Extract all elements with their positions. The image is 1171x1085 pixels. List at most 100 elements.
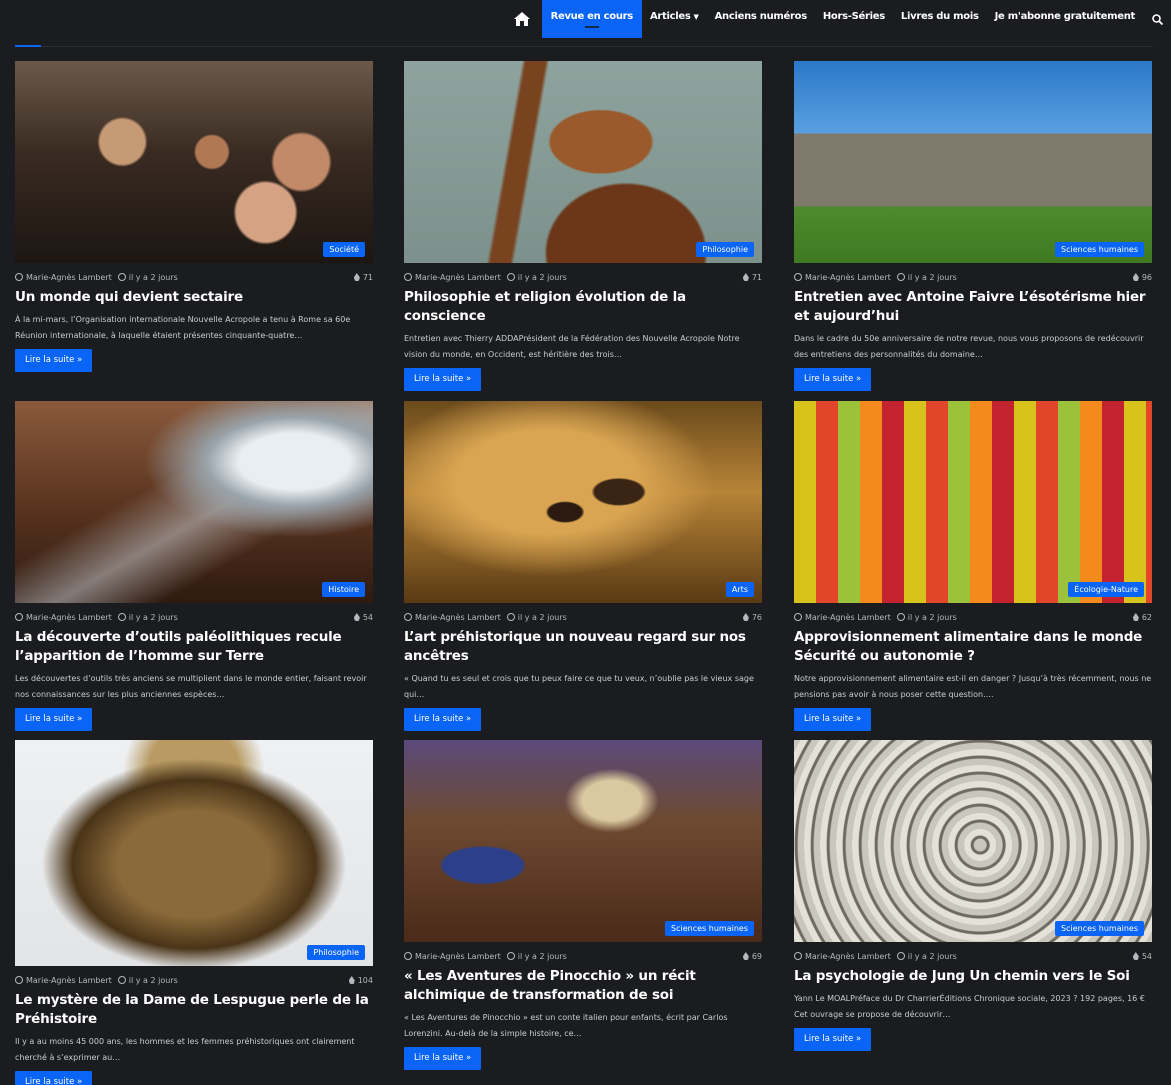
clock-icon: [506, 952, 515, 960]
article-excerpt: Dans le cadre du 50e anniversaire de not…: [794, 334, 1144, 359]
user-icon: [794, 273, 802, 281]
post-date: il y a 2 jours: [517, 612, 567, 622]
post-date: il y a 2 jours: [517, 951, 567, 961]
view-count: 76: [742, 612, 762, 622]
article-thumbnail[interactable]: Histoire: [15, 401, 373, 603]
article-excerpt: « Les Aventures de Pinocchio » est un co…: [404, 1013, 728, 1038]
view-count-value: 71: [362, 272, 373, 282]
flame-icon: [1132, 273, 1139, 281]
category-badge[interactable]: Sciences humaines: [1055, 242, 1144, 257]
author-name[interactable]: Marie-Agnès Lambert: [805, 952, 891, 961]
view-count: 54: [1132, 951, 1152, 961]
article-title[interactable]: La découverte d’outils paléolithiques re…: [15, 628, 373, 666]
read-more-button[interactable]: Lire la suite »: [794, 368, 872, 391]
read-more-button[interactable]: Lire la suite »: [15, 1071, 93, 1085]
nav-item-hors-series[interactable]: Hors-Séries: [815, 0, 893, 38]
article-thumbnail[interactable]: Philosophie: [15, 740, 373, 966]
article-title[interactable]: « Les Aventures de Pinocchio » un récit …: [404, 967, 762, 1005]
author-name[interactable]: Marie-Agnès Lambert: [415, 613, 501, 622]
read-more-button[interactable]: Lire la suite »: [404, 1047, 482, 1070]
nav-item-abonnement[interactable]: Je m'abonne gratuitement: [987, 0, 1143, 38]
article-meta: Marie-Agnès Lambert il y a 2 jours 54: [15, 611, 373, 623]
article-thumbnail[interactable]: Sciences humaines: [404, 740, 762, 942]
article-excerpt: À la mi-mars, l’Organisation internation…: [15, 315, 351, 340]
view-count-value: 96: [1141, 272, 1152, 282]
view-count-value: 76: [751, 612, 762, 622]
view-count: 104: [348, 975, 373, 985]
view-count-value: 54: [1141, 951, 1152, 961]
user-icon: [794, 613, 802, 621]
flame-icon: [742, 273, 749, 281]
article-title[interactable]: Un monde qui devient sectaire: [15, 288, 373, 307]
category-badge[interactable]: Arts: [725, 582, 754, 597]
article-meta: Marie-Agnès Lambert il y a 2 jours 71: [15, 271, 373, 283]
category-badge[interactable]: Sciences humaines: [1055, 921, 1144, 936]
clock-icon: [896, 613, 905, 621]
article-thumbnail[interactable]: Philosophie: [404, 61, 762, 263]
author-name[interactable]: Marie-Agnès Lambert: [26, 976, 112, 985]
article-thumbnail[interactable]: Sciences humaines: [794, 740, 1152, 942]
flame-icon: [742, 952, 749, 960]
flame-icon: [353, 613, 360, 621]
nav-home[interactable]: [502, 0, 542, 38]
article-title[interactable]: La psychologie de Jung Un chemin vers le…: [794, 967, 1152, 986]
article-thumbnail[interactable]: Arts: [404, 401, 762, 603]
section-title-underline: [15, 45, 41, 47]
nav-item-anciens-numeros[interactable]: Anciens numéros: [707, 0, 815, 38]
category-badge[interactable]: Sciences humaines: [665, 921, 754, 936]
article-thumbnail[interactable]: Sciences humaines: [794, 61, 1152, 263]
clock-icon: [896, 273, 905, 281]
article-excerpt: Entretien avec Thierry ADDAPrésident de …: [404, 334, 740, 359]
article-title[interactable]: Approvisionnement alimentaire dans le mo…: [794, 628, 1152, 666]
category-badge[interactable]: Philosophie: [696, 242, 754, 257]
read-more-button[interactable]: Lire la suite »: [404, 708, 482, 731]
clock-icon: [896, 952, 905, 960]
author-name[interactable]: Marie-Agnès Lambert: [805, 613, 891, 622]
view-count-value: 71: [751, 272, 762, 282]
article-title[interactable]: L’art préhistorique un nouveau regard su…: [404, 628, 762, 666]
author-name[interactable]: Marie-Agnès Lambert: [415, 952, 501, 961]
category-badge[interactable]: Écologie-Nature: [1068, 582, 1144, 597]
article-thumbnail[interactable]: Société: [15, 61, 373, 263]
read-more-button[interactable]: Lire la suite »: [15, 708, 93, 731]
read-more-button[interactable]: Lire la suite »: [794, 708, 872, 731]
article-meta: Marie-Agnès Lambert il y a 2 jours 71: [404, 271, 762, 283]
nav-item-label: Revue en cours: [550, 11, 634, 22]
section-divider: [41, 46, 1153, 47]
author-name[interactable]: Marie-Agnès Lambert: [26, 613, 112, 622]
article-title[interactable]: Entretien avec Antoine Faivre L’ésotéris…: [794, 288, 1152, 326]
article-title[interactable]: Philosophie et religion évolution de la …: [404, 288, 762, 326]
view-count: 69: [742, 952, 762, 961]
author-name[interactable]: Marie-Agnès Lambert: [415, 273, 501, 282]
search-button[interactable]: [1143, 0, 1171, 38]
header: Revue en cours Articles ▼ Anciens numéros…: [0, 0, 1171, 47]
article-excerpt: Les découvertes d’outils très anciens se…: [15, 674, 367, 699]
article-thumbnail[interactable]: Écologie-Nature: [794, 401, 1152, 603]
clock-icon: [117, 613, 126, 621]
view-count: 96: [1132, 272, 1152, 282]
author-name[interactable]: Marie-Agnès Lambert: [805, 273, 891, 282]
article-meta: Marie-Agnès Lambert il y a 2 jours 76: [404, 611, 762, 623]
read-more-button[interactable]: Lire la suite »: [404, 368, 482, 391]
read-more-button[interactable]: Lire la suite »: [794, 1028, 872, 1051]
post-date: il y a 2 jours: [907, 951, 957, 961]
read-more-button[interactable]: Lire la suite »: [15, 349, 93, 372]
article-excerpt: Il y a au moins 45 000 ans, les hommes e…: [15, 1037, 355, 1062]
author-name[interactable]: Marie-Agnès Lambert: [26, 273, 112, 282]
nav-item-articles[interactable]: Articles ▼: [642, 0, 707, 38]
nav-item-revue-en-cours[interactable]: Revue en cours: [541, 0, 642, 38]
article-meta: Marie-Agnès Lambert il y a 2 jours 96: [794, 271, 1152, 283]
article-title[interactable]: Le mystère de la Dame de Lespugue perle …: [15, 991, 373, 1029]
nav-item-label: Je m'abonne gratuitement: [994, 11, 1136, 22]
category-badge[interactable]: Philosophie: [307, 945, 365, 960]
user-icon: [404, 613, 412, 621]
nav-item-label: Hors-Séries: [822, 11, 885, 22]
category-badge[interactable]: Histoire: [322, 582, 365, 597]
view-count: 62: [1132, 613, 1152, 622]
user-icon: [794, 952, 802, 960]
article-meta: Marie-Agnès Lambert il y a 2 jours 69: [404, 950, 762, 962]
view-count-value: 104: [357, 975, 373, 985]
category-badge[interactable]: Société: [323, 242, 365, 257]
nav-item-livres-du-mois[interactable]: Livres du mois: [893, 0, 987, 38]
user-icon: [15, 613, 23, 621]
